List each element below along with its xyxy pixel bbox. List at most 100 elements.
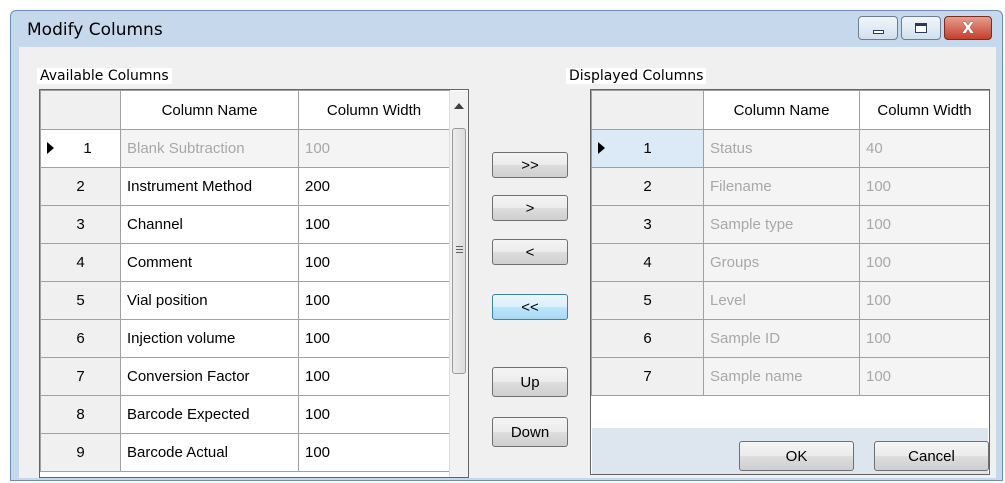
cell-column-width[interactable]: 100: [298, 129, 450, 168]
cell-column-name[interactable]: Channel: [120, 205, 299, 244]
row-header[interactable]: 3: [40, 205, 121, 244]
table-row[interactable]: 2 Filename 100: [591, 167, 989, 206]
cell-column-name[interactable]: Barcode Expected: [120, 395, 299, 434]
row-number: 1: [643, 140, 652, 157]
row-number: 2: [76, 178, 85, 195]
cell-column-name[interactable]: Sample name: [703, 357, 860, 396]
row-number: 8: [76, 406, 85, 423]
table-row[interactable]: 4 Comment 100: [40, 243, 450, 282]
cell-column-width[interactable]: 100: [859, 319, 989, 358]
cell-column-width[interactable]: 100: [859, 357, 989, 396]
cell-column-width[interactable]: 100: [298, 319, 450, 358]
table-row[interactable]: 1 Blank Subtraction 100: [40, 129, 450, 168]
row-header[interactable]: 7: [591, 357, 704, 396]
table-row[interactable]: 3 Channel 100: [40, 205, 450, 244]
remove-all-button[interactable]: <<: [492, 294, 568, 320]
row-header[interactable]: 7: [40, 357, 121, 396]
grid-corner: [40, 90, 121, 130]
row-header[interactable]: 9: [40, 433, 121, 472]
row-header[interactable]: 6: [40, 319, 121, 358]
grip-icon: [456, 246, 463, 247]
maximize-button[interactable]: [901, 16, 941, 40]
cell-column-name[interactable]: Vial position: [120, 281, 299, 320]
row-header[interactable]: 1: [591, 129, 704, 168]
table-row[interactable]: 7 Sample name 100: [591, 357, 989, 396]
displayed-columns-grid[interactable]: Column Name Column Width 1 Status 40 2 Filen…: [590, 89, 990, 475]
table-row[interactable]: 2 Instrument Method 200: [40, 167, 450, 206]
cell-column-name[interactable]: Sample ID: [703, 319, 860, 358]
table-row[interactable]: 6 Injection volume 100: [40, 319, 450, 358]
move-down-button[interactable]: Down: [492, 417, 568, 447]
row-header[interactable]: 5: [40, 281, 121, 320]
cell-column-name[interactable]: Sample type: [703, 205, 860, 244]
scrollbar-thumb[interactable]: [452, 128, 466, 374]
row-header[interactable]: 4: [591, 243, 704, 282]
remove-button[interactable]: <: [492, 239, 568, 265]
cell-column-name[interactable]: Barcode Actual: [120, 433, 299, 472]
ok-button[interactable]: OK: [739, 441, 854, 471]
row-number: 4: [643, 254, 652, 271]
row-header[interactable]: 1: [40, 129, 121, 168]
displayed-header-column-width[interactable]: Column Width: [859, 90, 989, 130]
cell-column-name[interactable]: Level: [703, 281, 860, 320]
table-row[interactable]: 5 Level 100: [591, 281, 989, 320]
cell-column-width[interactable]: 100: [859, 167, 989, 206]
row-number: 5: [643, 292, 652, 309]
cell-column-width[interactable]: 100: [298, 281, 450, 320]
cell-column-width[interactable]: 100: [859, 205, 989, 244]
cell-column-name[interactable]: Instrument Method: [120, 167, 299, 206]
row-header[interactable]: 2: [40, 167, 121, 206]
row-header[interactable]: 3: [591, 205, 704, 244]
current-row-arrow-icon: [47, 142, 54, 154]
cell-column-name[interactable]: Filename: [703, 167, 860, 206]
row-header[interactable]: 6: [591, 319, 704, 358]
displayed-header-column-name[interactable]: Column Name: [703, 90, 860, 130]
row-header[interactable]: 8: [40, 395, 121, 434]
window-title: Modify Columns: [27, 20, 163, 40]
displayed-columns-label: Displayed Columns: [566, 68, 707, 84]
cell-column-name[interactable]: Comment: [120, 243, 299, 282]
available-columns-grid[interactable]: Column Name Column Width 1 Blank Subtract…: [39, 89, 469, 478]
cell-column-width[interactable]: 100: [298, 205, 450, 244]
close-button[interactable]: X: [944, 16, 992, 40]
cell-column-width[interactable]: 200: [298, 167, 450, 206]
row-header[interactable]: 5: [591, 281, 704, 320]
table-row[interactable]: 8 Barcode Expected 100: [40, 395, 450, 434]
dialog-body: Available Columns Displayed Columns Colu…: [19, 47, 996, 478]
move-up-button[interactable]: Up: [492, 367, 568, 397]
title-bar[interactable]: Modify Columns X: [11, 11, 1002, 47]
table-row[interactable]: 1 Status 40: [591, 129, 989, 168]
table-row[interactable]: 9 Barcode Actual 100: [40, 433, 450, 472]
table-row[interactable]: 6 Sample ID 100: [591, 319, 989, 358]
minimize-button[interactable]: [858, 16, 898, 40]
available-header-column-name[interactable]: Column Name: [120, 90, 299, 130]
cell-column-name[interactable]: Status: [703, 129, 860, 168]
cell-column-width[interactable]: 100: [298, 357, 450, 396]
table-row[interactable]: 5 Vial position 100: [40, 281, 450, 320]
scroll-up-arrow-icon[interactable]: [454, 103, 464, 109]
cell-column-name[interactable]: Groups: [703, 243, 860, 282]
row-header[interactable]: 4: [40, 243, 121, 282]
cell-column-width[interactable]: 100: [859, 243, 989, 282]
cell-column-width[interactable]: 100: [298, 243, 450, 282]
cell-column-width[interactable]: 100: [298, 433, 450, 472]
add-button[interactable]: >: [492, 195, 568, 221]
table-row[interactable]: 3 Sample type 100: [591, 205, 989, 244]
available-header-column-width[interactable]: Column Width: [298, 90, 450, 130]
row-number: 9: [76, 444, 85, 461]
caption-buttons: X: [858, 16, 992, 40]
grid-corner: [591, 90, 704, 130]
minimize-icon: [872, 30, 884, 34]
cell-column-name[interactable]: Injection volume: [120, 319, 299, 358]
table-row[interactable]: 4 Groups 100: [591, 243, 989, 282]
cell-column-name[interactable]: Conversion Factor: [120, 357, 299, 396]
cell-column-width[interactable]: 100: [859, 281, 989, 320]
cell-column-name[interactable]: Blank Subtraction: [120, 129, 299, 168]
add-all-button[interactable]: >>: [492, 152, 568, 178]
cancel-button[interactable]: Cancel: [874, 441, 989, 471]
row-header[interactable]: 2: [591, 167, 704, 206]
table-row[interactable]: 7 Conversion Factor 100: [40, 357, 450, 396]
cell-column-width[interactable]: 40: [859, 129, 989, 168]
cell-column-width[interactable]: 100: [298, 395, 450, 434]
available-scrollbar[interactable]: [449, 91, 468, 477]
